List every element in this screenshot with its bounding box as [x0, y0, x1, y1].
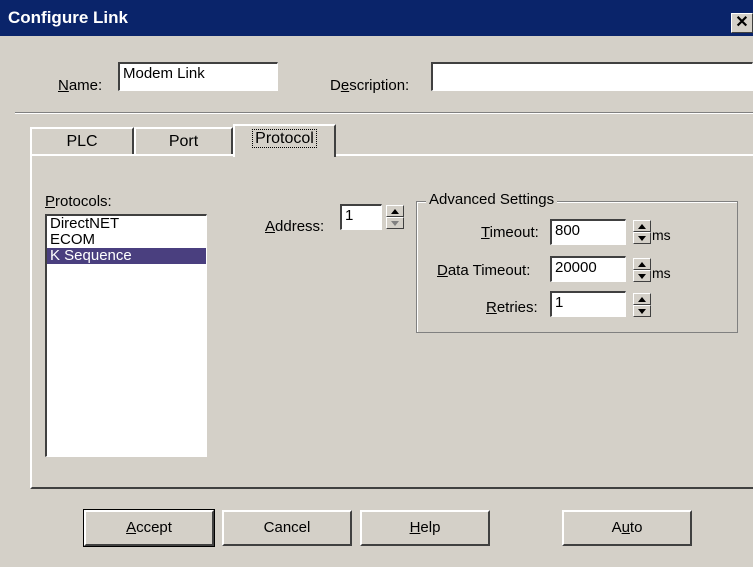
- spin-up-button[interactable]: [633, 293, 651, 305]
- timeout-input[interactable]: 800: [550, 219, 626, 245]
- tab-protocol[interactable]: Protocol: [233, 124, 336, 157]
- data-timeout-unit: ms: [652, 265, 671, 281]
- auto-button[interactable]: Auto: [562, 510, 692, 546]
- description-input[interactable]: [431, 62, 753, 91]
- data-timeout-input[interactable]: 20000: [550, 256, 626, 282]
- timeout-unit: ms: [652, 227, 671, 243]
- accept-button[interactable]: Accept: [83, 509, 215, 547]
- data-timeout-spinner[interactable]: [633, 258, 651, 282]
- arrow-up-icon: [638, 297, 646, 302]
- help-button[interactable]: Help: [360, 510, 490, 546]
- retries-input[interactable]: 1: [550, 291, 626, 317]
- data-timeout-label: Data Timeout:: [437, 262, 531, 279]
- window-title: Configure Link: [8, 8, 128, 27]
- spin-down-button[interactable]: [633, 232, 651, 244]
- arrow-up-icon: [638, 262, 646, 267]
- timeout-label: Timeout:: [481, 224, 539, 241]
- separator: [15, 112, 753, 114]
- close-button[interactable]: ✕: [731, 13, 753, 33]
- spin-up-button[interactable]: [633, 258, 651, 270]
- advanced-settings-title: Advanced Settings: [426, 191, 558, 208]
- tab-port[interactable]: Port: [134, 127, 233, 155]
- description-label: Description:: [330, 77, 410, 94]
- spin-down-button[interactable]: [386, 217, 404, 229]
- arrow-up-icon: [391, 209, 399, 214]
- list-item[interactable]: ECOM: [47, 232, 206, 248]
- name-label: Name:: [58, 77, 103, 94]
- arrow-up-icon: [638, 224, 646, 229]
- tab-plc[interactable]: PLC: [30, 127, 134, 155]
- retries-spinner[interactable]: [633, 293, 651, 317]
- protocols-listbox[interactable]: DirectNET ECOM K Sequence: [45, 214, 207, 457]
- address-spinner[interactable]: [386, 205, 404, 229]
- spin-up-button[interactable]: [386, 205, 404, 217]
- arrow-down-icon: [638, 309, 646, 314]
- spin-up-button[interactable]: [633, 220, 651, 232]
- arrow-down-icon: [638, 274, 646, 279]
- title-bar[interactable]: Configure Link ✕: [0, 0, 753, 36]
- cancel-button[interactable]: Cancel: [222, 510, 352, 546]
- protocols-label: Protocols:: [45, 193, 112, 210]
- spin-down-button[interactable]: [633, 305, 651, 317]
- close-icon: ✕: [735, 14, 749, 31]
- address-input[interactable]: 1: [340, 204, 382, 230]
- arrow-down-icon: [638, 236, 646, 241]
- retries-label: Retries:: [486, 299, 538, 316]
- timeout-spinner[interactable]: [633, 220, 651, 244]
- arrow-down-icon: [391, 221, 399, 226]
- name-input[interactable]: Modem Link: [118, 62, 278, 91]
- address-label: Address:: [265, 218, 325, 235]
- list-item-selected[interactable]: K Sequence: [47, 248, 206, 264]
- spin-down-button[interactable]: [633, 270, 651, 282]
- configure-link-dialog: Configure Link ✕ Name: Modem Link Descri…: [0, 0, 753, 567]
- list-item[interactable]: DirectNET: [47, 216, 206, 232]
